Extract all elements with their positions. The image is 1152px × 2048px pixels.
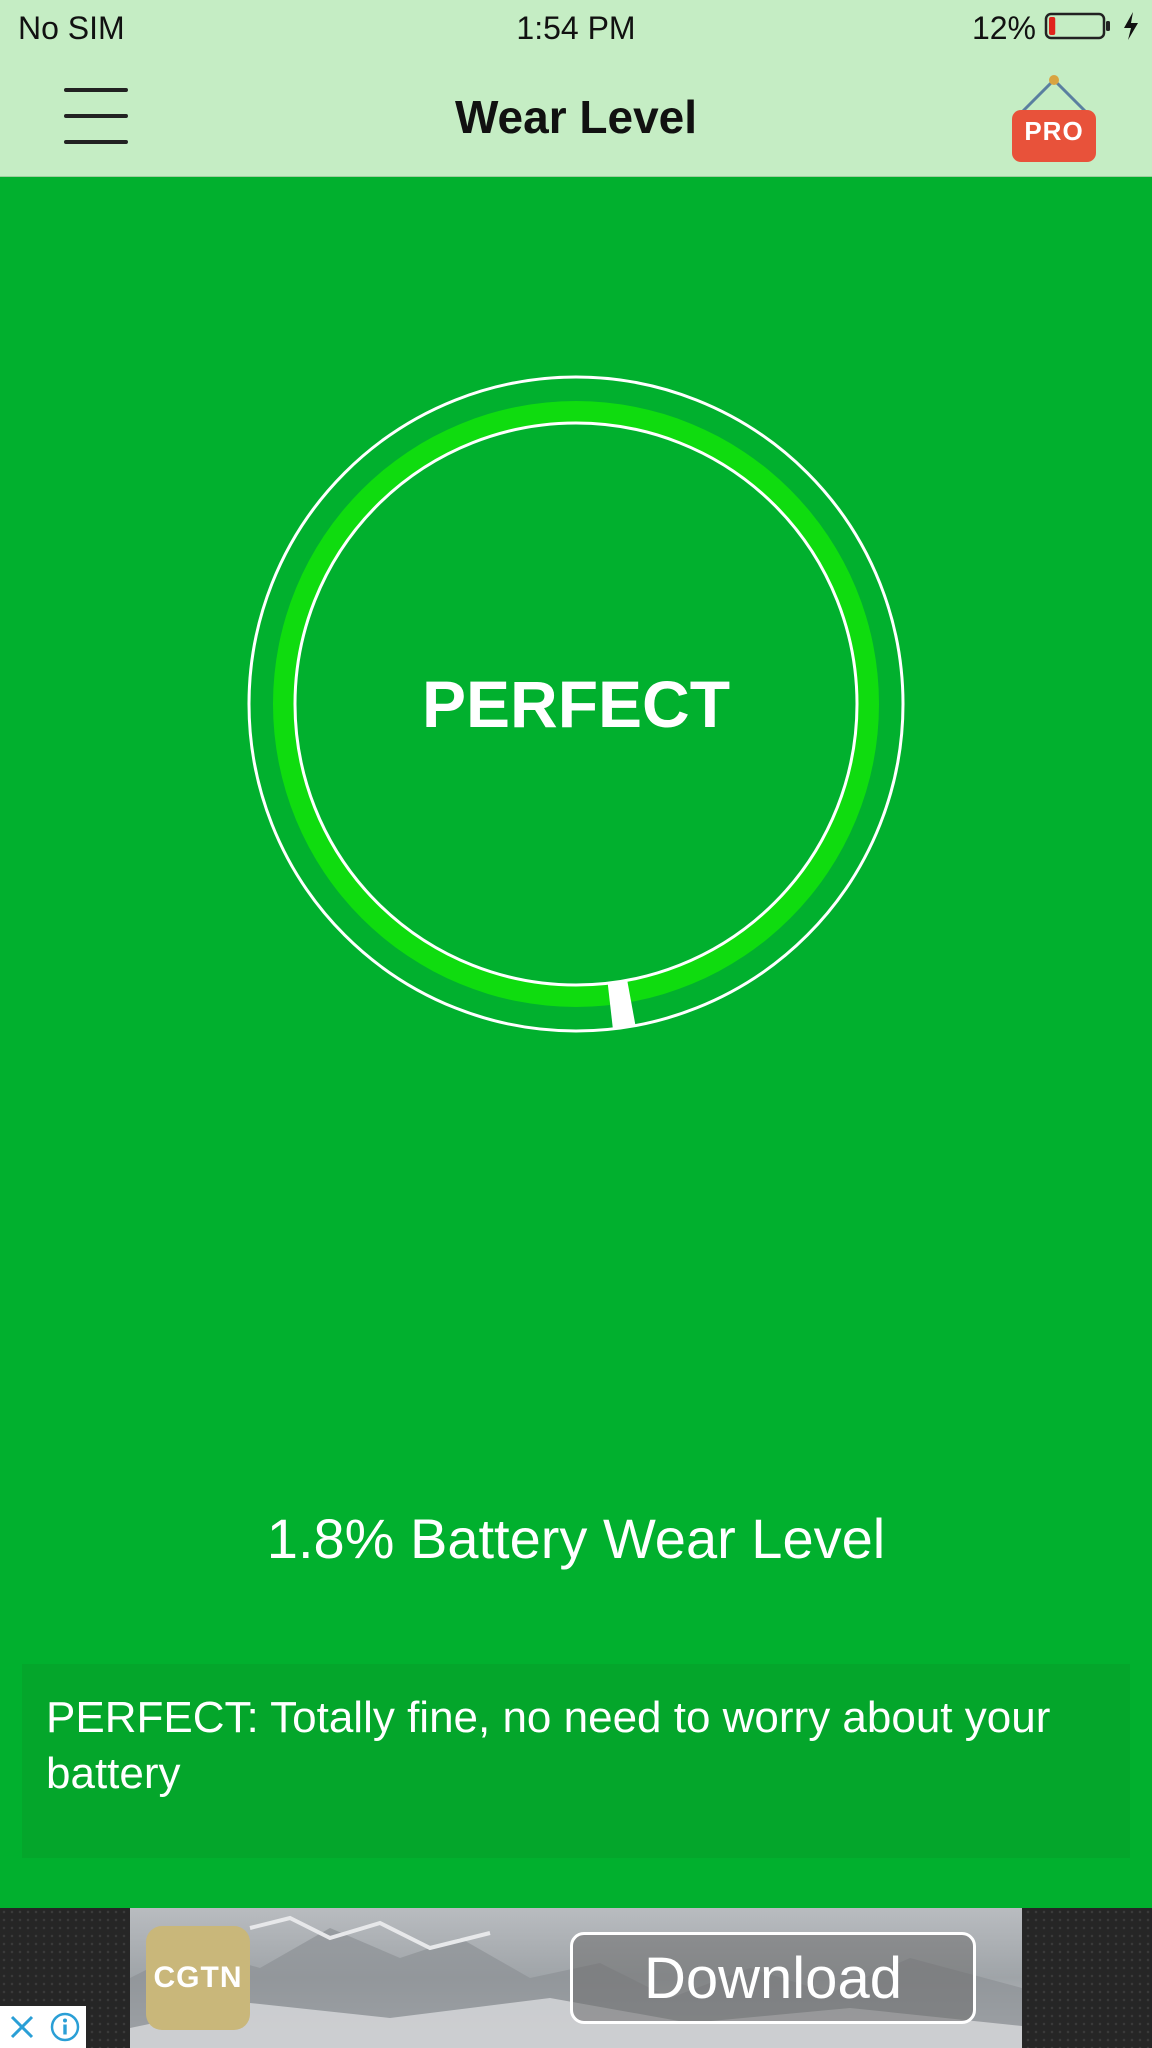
battery-icon <box>1044 11 1114 46</box>
battery-percent: 12% <box>971 10 1036 46</box>
ad-controls <box>0 2006 86 2048</box>
charging-bolt-icon <box>1122 11 1140 46</box>
status-bar: No SIM 1:54 PM 12% <box>0 0 1152 58</box>
wear-label: Battery Wear Level <box>410 1507 886 1570</box>
gauge-status-label: PERFECT <box>421 667 731 741</box>
navigation-bar: Wear Level PRO <box>0 58 1152 177</box>
wear-value: 1.8% <box>266 1507 395 1570</box>
wear-level-text: 1.8% Battery Wear Level <box>0 1506 1152 1571</box>
page-title: Wear Level <box>454 91 698 143</box>
pro-upgrade-button[interactable]: PRO <box>1008 72 1104 168</box>
ad-brand-logo: CGTN <box>146 1926 250 2030</box>
pro-label: PRO <box>1024 116 1084 146</box>
ad-download-button[interactable]: Download <box>570 1932 976 2024</box>
ad-banner[interactable]: CGTN Download <box>0 1908 1152 2048</box>
battery-fill <box>1049 17 1056 35</box>
battery-status: 12% <box>972 10 1140 47</box>
status-info-box: PERFECT: Totally fine, no need to worry … <box>22 1664 1130 1858</box>
close-icon[interactable] <box>0 2006 43 2048</box>
ad-image[interactable]: CGTN Download <box>130 1908 1022 2048</box>
info-icon[interactable] <box>43 2006 86 2048</box>
status-description: PERFECT: Totally fine, no need to worry … <box>46 1693 1051 1798</box>
